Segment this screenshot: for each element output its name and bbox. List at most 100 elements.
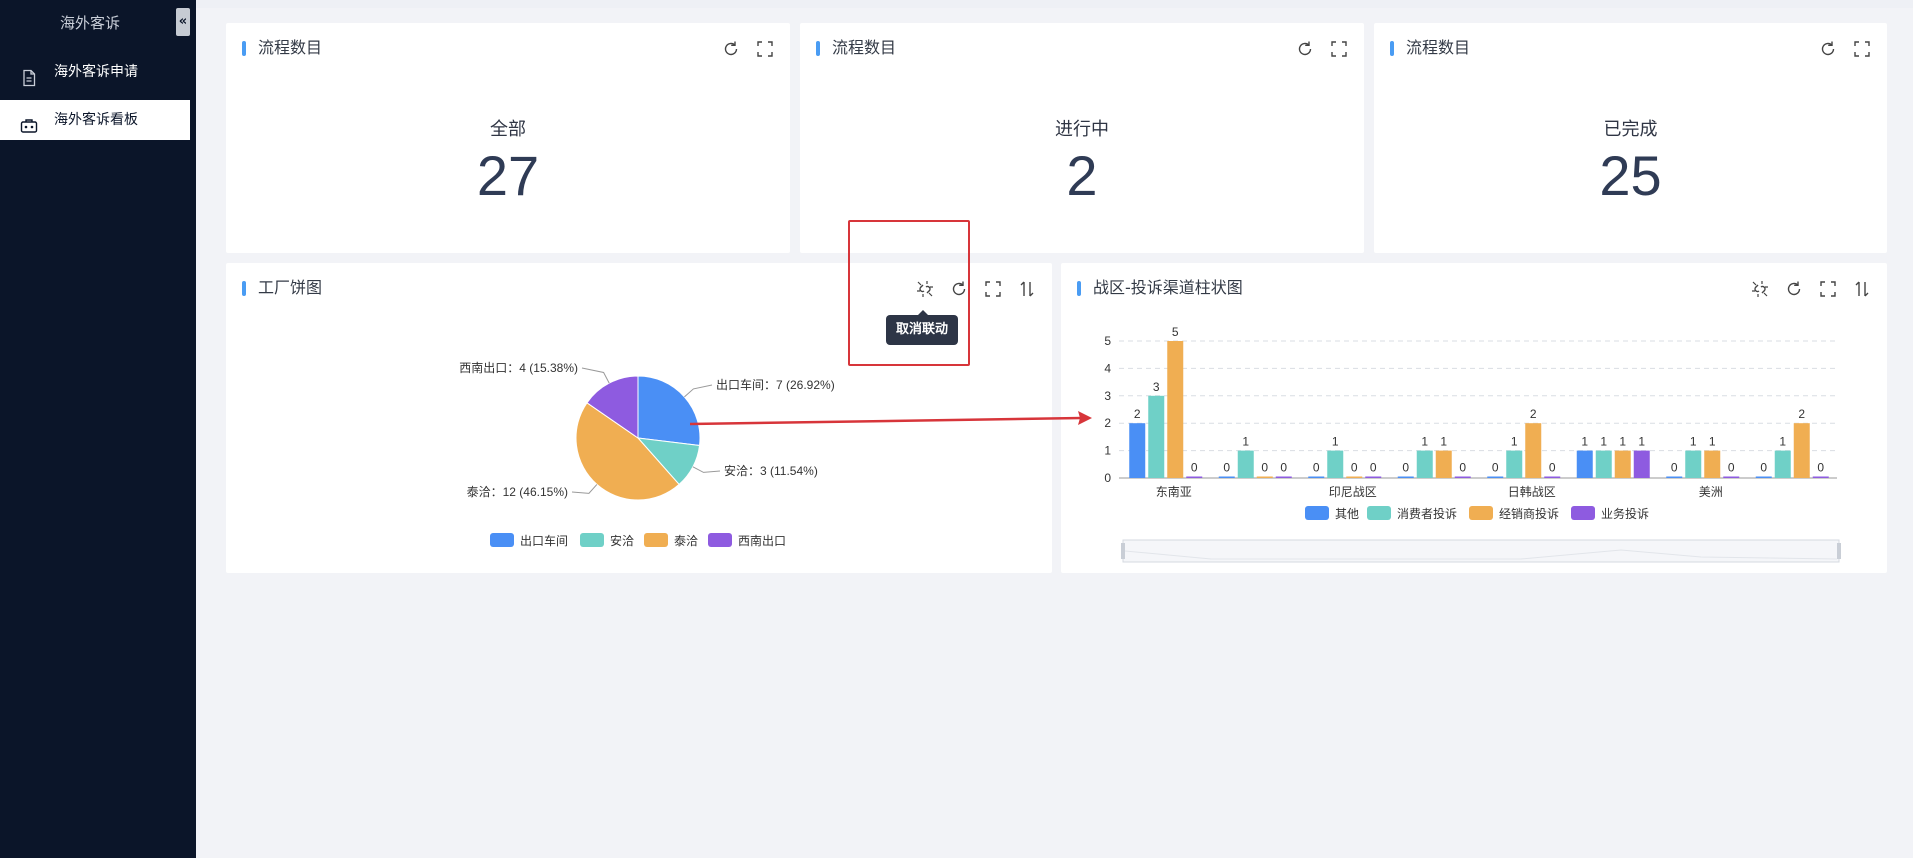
bar-value-label: 0 bbox=[1351, 461, 1358, 475]
stat-card-completed: 流程数目 已完成 25 bbox=[1374, 23, 1887, 253]
fullscreen-icon[interactable] bbox=[754, 38, 776, 60]
dashboard-icon bbox=[20, 111, 38, 133]
annotation-highlight-box bbox=[848, 220, 970, 366]
bar-value-label: 1 bbox=[1242, 435, 1249, 449]
bar-value-label: 1 bbox=[1581, 435, 1588, 449]
top-strip bbox=[196, 0, 1913, 8]
bar bbox=[1186, 476, 1203, 478]
card-toolbar bbox=[1817, 38, 1873, 60]
bar bbox=[1793, 423, 1810, 478]
bar bbox=[1633, 450, 1650, 478]
zoom-handle-left bbox=[1121, 543, 1125, 559]
bar-value-label: 1 bbox=[1332, 435, 1339, 449]
card-toolbar bbox=[1294, 38, 1350, 60]
legend-swatch bbox=[580, 533, 604, 547]
bar bbox=[1454, 476, 1471, 478]
bar-value-label: 1 bbox=[1690, 435, 1697, 449]
y-tick-label: 2 bbox=[1104, 416, 1111, 430]
legend-label: 泰洽 bbox=[674, 534, 698, 548]
pie-slice bbox=[637, 375, 701, 447]
pie-label-line bbox=[571, 484, 598, 494]
bar bbox=[1544, 476, 1561, 478]
bar bbox=[1755, 476, 1772, 478]
bar-value-label: 0 bbox=[1492, 461, 1499, 475]
bar-value-label: 0 bbox=[1402, 461, 1409, 475]
refresh-icon[interactable] bbox=[1817, 38, 1839, 60]
sidebar-item-complaint-apply[interactable]: 海外客诉申请 bbox=[0, 52, 190, 92]
bar bbox=[1148, 395, 1165, 478]
bar-value-label: 0 bbox=[1671, 461, 1678, 475]
bar-value-label: 0 bbox=[1760, 461, 1767, 475]
bar bbox=[1704, 450, 1721, 478]
sidebar-item-complaint-dashboard[interactable]: 海外客诉看板 bbox=[0, 100, 190, 140]
x-tick-label: 印尼战区 bbox=[1329, 485, 1377, 499]
stat-card-all: 流程数目 全部 27 bbox=[226, 23, 790, 253]
pie-slice-label: 安洽：3 (11.54%) bbox=[724, 463, 818, 478]
card-toolbar bbox=[720, 38, 776, 60]
stat-value: 2 bbox=[1066, 144, 1098, 207]
bar bbox=[1237, 450, 1254, 478]
bar bbox=[1365, 476, 1382, 478]
pie-slice-label: 出口车间：7 (26.92%) bbox=[716, 377, 835, 392]
legend-label: 经销商投诉 bbox=[1499, 506, 1559, 521]
bar-value-label: 0 bbox=[1223, 461, 1230, 475]
bar bbox=[1614, 450, 1631, 478]
bar-value-label: 1 bbox=[1421, 435, 1428, 449]
card-title: 流程数目 bbox=[1390, 38, 1470, 58]
bar bbox=[1487, 476, 1504, 478]
legend-label: 安洽 bbox=[610, 533, 634, 548]
bar bbox=[1397, 476, 1414, 478]
x-tick-label: 东南亚 bbox=[1156, 484, 1192, 499]
bar bbox=[1416, 450, 1433, 478]
legend-swatch bbox=[1367, 506, 1391, 520]
document-icon bbox=[20, 63, 38, 87]
y-tick-label: 5 bbox=[1104, 334, 1111, 348]
sidebar-title: 海外客诉 bbox=[59, 14, 120, 32]
bar bbox=[1308, 476, 1325, 478]
y-tick-label: 3 bbox=[1104, 389, 1111, 403]
bar-chart: 0123452350东南亚010 0 010 0印尼战区01 10 0120日韩战区1 1 1… bbox=[1104, 325, 1841, 563]
stat-label: 进行中 bbox=[1055, 119, 1109, 140]
fullscreen-icon[interactable] bbox=[1328, 38, 1350, 60]
legend-swatch bbox=[1571, 506, 1595, 520]
bar-value-label: 0 bbox=[1370, 461, 1377, 475]
bar-value-label: 1 bbox=[1638, 435, 1645, 449]
bar bbox=[1327, 450, 1344, 478]
bar bbox=[1506, 450, 1523, 478]
pie-label-line bbox=[684, 384, 713, 398]
stat-label: 全部 bbox=[490, 119, 526, 140]
collapse-sidebar-button[interactable]: « bbox=[176, 8, 190, 36]
legend-label: 其他 bbox=[1335, 507, 1359, 521]
legend-swatch bbox=[708, 533, 732, 547]
pie-slice-label: 泰洽：12 (46.15%) bbox=[467, 485, 568, 499]
bar-value-label: 1 bbox=[1779, 435, 1786, 449]
legend-swatch bbox=[1305, 506, 1329, 520]
bar bbox=[1275, 476, 1292, 478]
y-tick-label: 1 bbox=[1104, 444, 1111, 458]
pie-label-line bbox=[581, 367, 610, 384]
legend-swatch bbox=[490, 533, 514, 547]
x-tick-label: 美洲 bbox=[1699, 485, 1723, 499]
stat-card-in-progress: 流程数目 进行中 2 bbox=[800, 23, 1364, 253]
bar-value-label: 0 bbox=[1313, 461, 1320, 475]
bar bbox=[1666, 476, 1683, 478]
legend-label: 出口车间 bbox=[520, 533, 568, 548]
stat-value: 25 bbox=[1599, 144, 1662, 207]
card-title: 流程数目 bbox=[816, 38, 896, 58]
bar-value-label: 0 bbox=[1549, 461, 1556, 475]
refresh-icon[interactable] bbox=[720, 38, 742, 60]
bar-value-label: 1 bbox=[1600, 435, 1607, 449]
sidebar-item-label: 海外客诉申请 bbox=[54, 64, 138, 80]
bar-value-label: 2 bbox=[1798, 407, 1805, 421]
bar-value-label: 1 bbox=[1511, 435, 1518, 449]
bar bbox=[1723, 476, 1740, 478]
pie-slice-label: 西南出口：4 (15.38%) bbox=[459, 360, 578, 375]
bar bbox=[1576, 450, 1593, 478]
bar-chart-card: 战区-投诉渠道柱状图 0 1 2 3 4 5 2 3 5 0 东南亚 0 1 0 0 0 1 0 0 印尼战区 0 1 1 0… bbox=[1061, 263, 1887, 573]
bar-value-label: 0 bbox=[1459, 461, 1466, 475]
fullscreen-icon[interactable] bbox=[1851, 38, 1873, 60]
refresh-icon[interactable] bbox=[1294, 38, 1316, 60]
card-title: 流程数目 bbox=[242, 38, 322, 58]
sidebar: 海外客诉 « 海外客诉申请 海外客诉看板 bbox=[0, 0, 196, 858]
bar bbox=[1685, 450, 1702, 478]
